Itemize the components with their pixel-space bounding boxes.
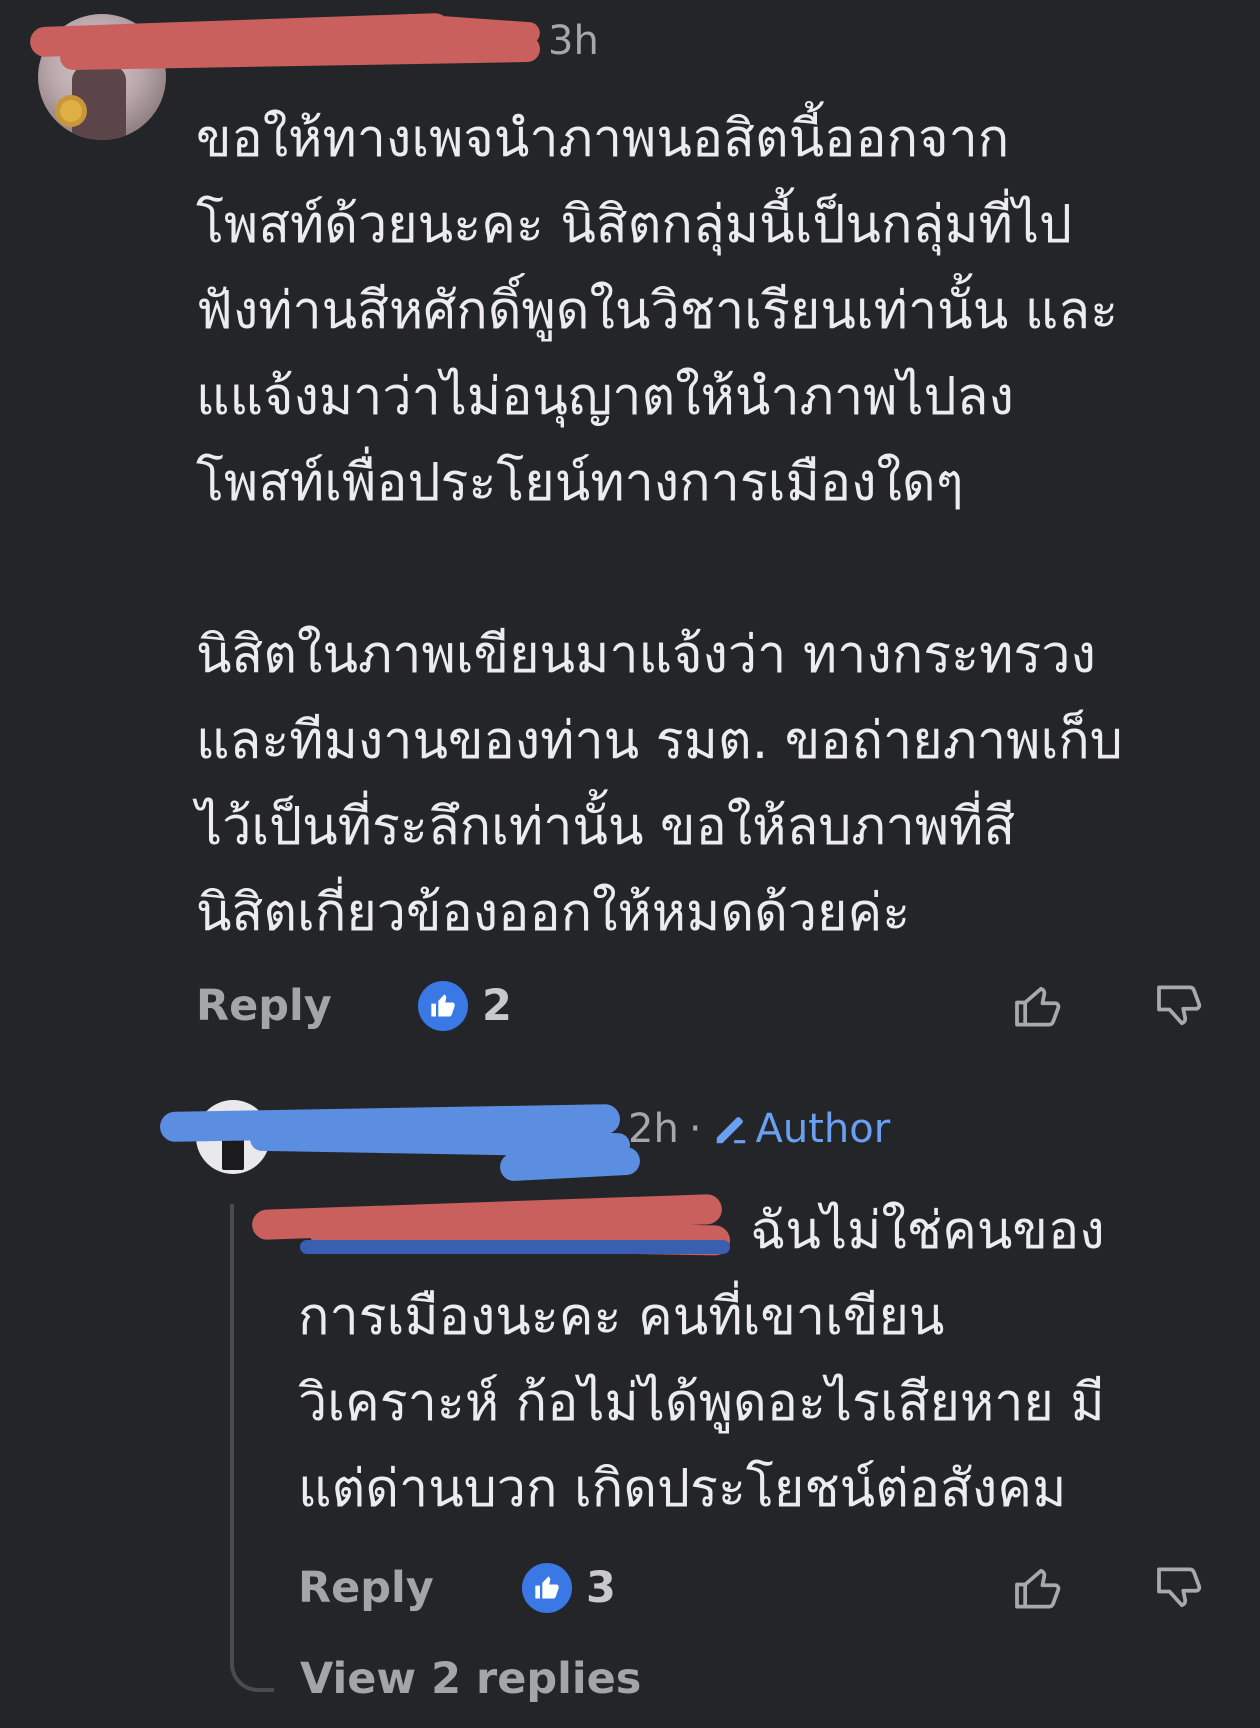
reply-line: ฉันไม่ใช่คนของ bbox=[750, 1201, 1105, 1261]
reply-meta: 2h · Author bbox=[628, 1106, 890, 1152]
avatar-flower bbox=[60, 100, 82, 122]
thumbs-down-outline-icon[interactable] bbox=[1152, 1560, 1208, 1616]
comment-line: และทีมงานของท่าน รมต. ขอถ่ายภาพเก็บ bbox=[196, 711, 1123, 771]
reply-line: การเมืองนะคะ คนที่เขาเขียน bbox=[298, 1287, 945, 1347]
reaction-count: 2 bbox=[482, 981, 512, 1031]
reaction-summary[interactable]: 3 bbox=[522, 1558, 616, 1618]
reply-button[interactable]: Reply bbox=[196, 981, 332, 1031]
comment-line: ไว้เป็นที่ระลึกเท่านั้น ขอให้ลบภาพที่สี bbox=[196, 797, 1016, 857]
comment-line: แแจ้งมาว่าไม่อนุญาตให้นำภาพไปลง bbox=[196, 367, 1014, 427]
comment-actions: Reply bbox=[196, 976, 332, 1036]
reply-timestamp: 2h bbox=[628, 1106, 679, 1152]
reaction-count: 3 bbox=[586, 1563, 616, 1613]
comment-blank-line bbox=[196, 526, 1236, 612]
comment-body: ขอให้ทางเพจนำภาพนอสิตนี้ออกจาก โพสท์ด้วย… bbox=[196, 96, 1236, 956]
avatar-figure bbox=[72, 66, 126, 140]
thumbs-down-outline-icon[interactable] bbox=[1152, 978, 1208, 1034]
reply-actions: Reply bbox=[298, 1558, 434, 1618]
thumbs-up-icon bbox=[418, 981, 468, 1031]
comment-line: โพสท์ด้วยนะคะ นิสิตกลุ่มนี้เป็นกลุ่มที่ไ… bbox=[196, 195, 1073, 255]
reply-line: วิเคราะห์ ก้อไม่ได้พูดอะไรเสียหาย มี bbox=[298, 1373, 1105, 1433]
author-label: Author bbox=[755, 1106, 891, 1152]
view-replies-link[interactable]: View 2 replies bbox=[300, 1654, 641, 1704]
thread-connector bbox=[230, 1204, 274, 1692]
comment-line: นิสิตเกี่ยวข้องออกให้หมดด้วยค่ะ bbox=[196, 883, 911, 943]
comment-thread: 3h ขอให้ทางเพจนำภาพนอสิตนี้ออกจาก โพสท์ด… bbox=[0, 0, 1260, 1728]
reply-line: แต่ด่านบวก เกิดประโยชน์ต่อสังคม bbox=[298, 1459, 1067, 1519]
comment-line: ฟังท่านสีหศักดิ์พูดในวิชาเรียนเท่านั้น แ… bbox=[196, 281, 1119, 341]
thumbs-up-icon bbox=[522, 1563, 572, 1613]
comment-line: ขอให้ทางเพจนำภาพนอสิตนี้ออกจาก bbox=[196, 109, 1010, 169]
comment-timestamp: 3h bbox=[548, 18, 599, 64]
thumbs-up-outline-icon[interactable] bbox=[1010, 978, 1066, 1034]
separator: · bbox=[688, 1106, 702, 1152]
comment-line: โพสท์เพื่อประโยน์ทางการเมืองใดๆ bbox=[196, 453, 964, 513]
reaction-summary[interactable]: 2 bbox=[418, 976, 512, 1036]
author-badge: Author bbox=[712, 1106, 891, 1152]
reply-body: ฉันไม่ใช่คนของ การเมืองนะคะ คนที่เขาเขีย… bbox=[298, 1188, 1238, 1532]
comment-line: นิสิตในภาพเขียนมาแจ้งว่า ทางกระทรวง bbox=[196, 625, 1096, 685]
pencil-icon bbox=[716, 1117, 745, 1144]
thumbs-up-outline-icon[interactable] bbox=[1010, 1560, 1066, 1616]
reply-button[interactable]: Reply bbox=[298, 1563, 434, 1613]
